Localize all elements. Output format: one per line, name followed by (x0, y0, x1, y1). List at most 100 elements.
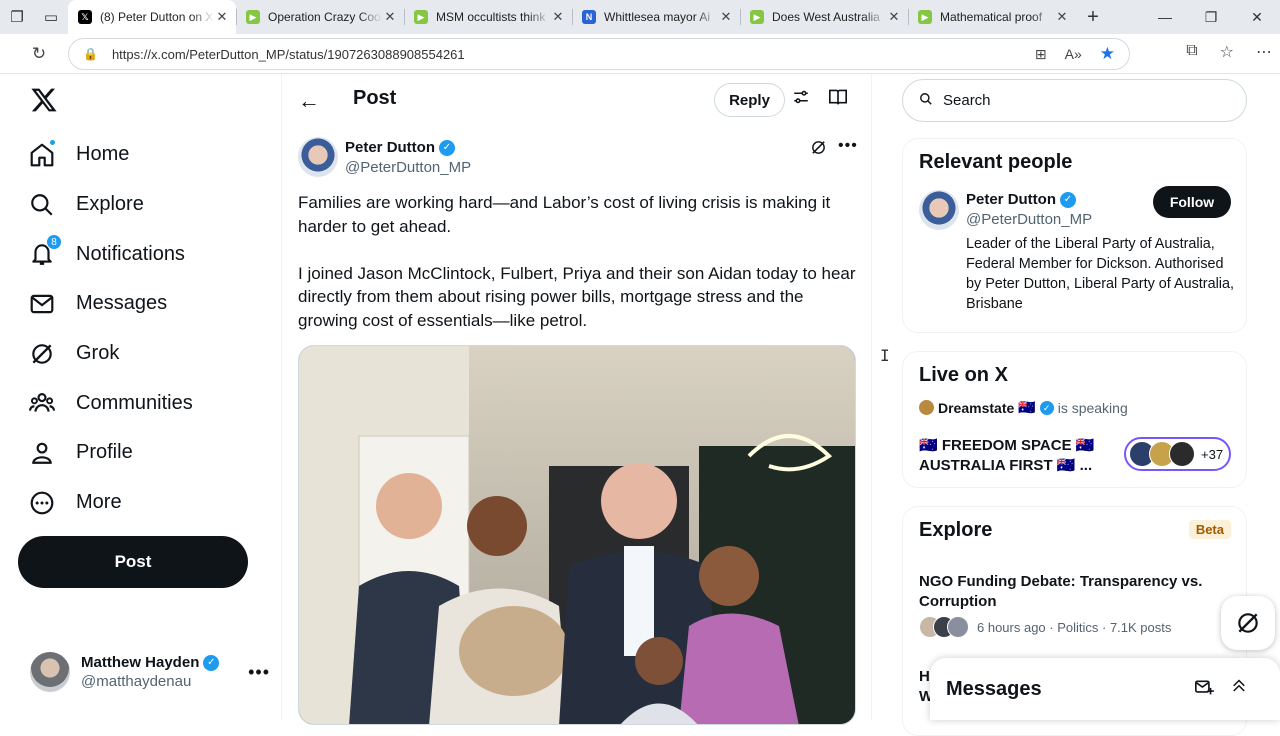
nav-item-home[interactable]: Home (28, 130, 193, 180)
person-icon (28, 439, 56, 467)
person-bio: Leader of the Liberal Party of Australia… (966, 236, 1234, 312)
favorite-star-icon[interactable]: ★ (1100, 44, 1115, 64)
tab-close-icon[interactable]: ✕ (214, 9, 230, 25)
lock-icon: 🔒 (83, 47, 98, 61)
browser-tab[interactable]: ▶ MSM occultists think ✕ (404, 0, 572, 34)
nav-item-messages[interactable]: Messages (28, 279, 193, 329)
card-heading: Relevant people (919, 151, 1073, 173)
tab-title: Operation Crazy Cooking (268, 10, 382, 24)
messages-drawer[interactable]: Messages (930, 658, 1280, 720)
post-header: ← Post Reply (282, 74, 872, 126)
verified-badge-icon: ✓ (203, 654, 220, 671)
browser-tools: ⧉ ☆ ⋯ (1186, 42, 1272, 62)
main-column: ← Post Reply Peter Dutton ✓ @PeterDutton_… (282, 74, 890, 725)
trend-meta: 6 hours ago · Politics · 7.1K posts (919, 616, 1171, 638)
workspaces-icon[interactable]: ❐ (0, 0, 34, 34)
minimize-icon[interactable]: — (1142, 9, 1188, 26)
search-icon (28, 191, 56, 219)
host-avatar (919, 400, 934, 415)
listener-count: +37 (1201, 446, 1224, 462)
reader-view-icon[interactable] (828, 88, 848, 111)
nav-item-communities[interactable]: Communities (28, 378, 193, 428)
window-controls: — ❐ ✕ (1142, 9, 1280, 26)
search-placeholder: Search (943, 92, 991, 109)
post-text: Families are working hard—and Labor’s co… (298, 191, 858, 333)
address-bar[interactable]: 🔒 https://x.com/PeterDutton_MP/status/19… (68, 38, 1130, 70)
nav-item-profile[interactable]: Profile (28, 428, 193, 478)
refresh-icon[interactable]: ↻ (22, 44, 56, 64)
messages-drawer-title: Messages (946, 677, 1042, 700)
relevant-people-card: Relevant people Peter Dutton ✓ @PeterDutt… (902, 138, 1247, 333)
avatar (947, 616, 969, 638)
grok-icon (1238, 613, 1258, 633)
browser-tab[interactable]: ▶ Does West Australia ✕ (740, 0, 908, 34)
tab-close-icon[interactable]: ✕ (550, 9, 566, 25)
settings-more-icon[interactable]: ⋯ (1256, 42, 1272, 62)
app-available-icon[interactable]: ⊞ (1035, 46, 1047, 63)
speaking-status: is speaking (1057, 399, 1128, 416)
browser-toolbar: ↻ 🔒 https://x.com/PeterDutton_MP/status/… (0, 34, 1280, 74)
host-name: Dreamstate (938, 399, 1015, 416)
browser-tab[interactable]: N Whittlesea mayor Ai ✕ (572, 0, 740, 34)
browser-tab[interactable]: ▶ Operation Crazy Cooking ✕ (236, 0, 404, 34)
account-name: Matthew Hayden (81, 654, 200, 671)
left-sidebar: Home Explore 8 Notifications Messages Gr… (0, 74, 282, 720)
tab-actions-icon[interactable]: ▭ (34, 0, 68, 34)
url-text[interactable]: https://x.com/PeterDutton_MP/status/1907… (112, 47, 465, 62)
rumble-favicon-icon: ▶ (246, 10, 260, 24)
x-logo-icon[interactable] (30, 86, 58, 114)
live-on-x-card[interactable]: Live on X Dreamstate 🇦🇺 ✓ is speaking 🇦🇺… (902, 351, 1247, 488)
nav-item-grok[interactable]: Grok (28, 329, 193, 379)
author-name[interactable]: Peter Dutton (345, 139, 435, 156)
listener-avatars: +37 (1124, 437, 1231, 471)
read-aloud-icon[interactable]: A» (1065, 46, 1082, 62)
post-paragraph: Families are working hard—and Labor’s co… (298, 193, 831, 236)
browser-tab[interactable]: ▶ Mathematical proof ✕ (908, 0, 1076, 34)
nav-label: Grok (76, 342, 120, 365)
tab-close-icon[interactable]: ✕ (382, 9, 398, 25)
tab-close-icon[interactable]: ✕ (886, 9, 902, 25)
favorites-icon[interactable]: ☆ (1220, 42, 1234, 62)
reply-button[interactable]: Reply (714, 83, 785, 117)
search-input[interactable]: Search (902, 79, 1247, 122)
nav-label: Communities (76, 391, 193, 414)
filter-sliders-icon[interactable] (792, 88, 810, 111)
right-sidebar: Search Relevant people Peter Dutton ✓ @Pe… (872, 74, 1280, 736)
expand-chevron-icon[interactable] (1230, 676, 1248, 699)
post-more-icon[interactable]: ••• (838, 137, 858, 155)
grok-floating-button[interactable] (1221, 596, 1275, 650)
browser-tab-active[interactable]: 𝕏 (8) Peter Dutton on X ✕ (68, 0, 236, 34)
avatar[interactable] (919, 190, 959, 230)
beta-badge: Beta (1188, 520, 1231, 539)
person-handle[interactable]: @PeterDutton_MP (966, 211, 1092, 228)
follow-button[interactable]: Follow (1153, 186, 1231, 218)
card-heading: Explore (919, 519, 993, 541)
trend-title[interactable]: NGO Funding Debate: Transparency vs. Cor… (919, 572, 1219, 612)
x-favicon-icon: 𝕏 (78, 10, 92, 24)
author-handle[interactable]: @PeterDutton_MP (345, 159, 471, 176)
back-arrow-icon[interactable]: ← (298, 88, 320, 114)
page-title: Post (353, 87, 397, 109)
nav-item-explore[interactable]: Explore (28, 180, 193, 230)
search-icon (919, 92, 933, 109)
tab-close-icon[interactable]: ✕ (1054, 9, 1070, 25)
x-app: Home Explore 8 Notifications Messages Gr… (0, 74, 1280, 736)
post-button[interactable]: Post (18, 536, 248, 588)
tab-title: Does West Australia (772, 10, 880, 24)
tab-close-icon[interactable]: ✕ (718, 9, 734, 25)
more-dots-icon[interactable]: ••• (248, 662, 270, 683)
close-window-icon[interactable]: ✕ (1234, 9, 1280, 26)
account-switcher[interactable]: Matthew Hayden ✓ @matthaydenau ••• (30, 650, 270, 694)
new-message-icon[interactable] (1194, 678, 1214, 701)
grok-explain-icon[interactable] (810, 139, 827, 161)
new-tab-icon[interactable]: + (1076, 6, 1110, 29)
author-avatar[interactable] (298, 137, 338, 177)
person-name[interactable]: Peter Dutton (966, 191, 1056, 208)
maximize-icon[interactable]: ❐ (1188, 9, 1234, 26)
home-icon (28, 138, 56, 169)
nav-item-more[interactable]: More (28, 478, 193, 528)
nav-item-notifications[interactable]: 8 Notifications (28, 229, 193, 279)
post-image[interactable] (298, 345, 856, 725)
extensions-icon[interactable]: ⧉ (1186, 42, 1197, 62)
people-icon (28, 389, 56, 417)
